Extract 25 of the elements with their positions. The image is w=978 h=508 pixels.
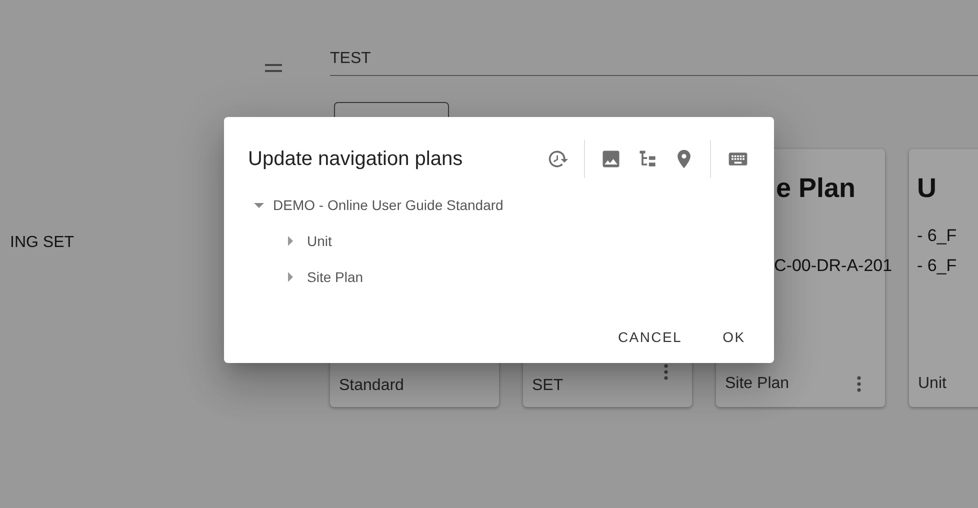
search-field[interactable]: TEST [330,50,978,76]
image-icon[interactable] [600,148,622,170]
card-heading: e Plan [776,173,856,203]
caret-right-icon[interactable] [288,272,293,282]
card-text: - 6_F [917,226,957,246]
caret-right-icon[interactable] [288,236,293,246]
card-heading: U [917,173,936,203]
tree-item[interactable]: DEMO - Online User Guide Standard [273,197,504,213]
more-options-icon[interactable] [664,364,668,380]
caret-down-icon[interactable] [254,202,264,208]
card-title: SET [532,377,564,395]
sidebar-item[interactable]: ING SET [10,234,74,251]
tree-item[interactable]: Unit [307,233,332,249]
menu-icon[interactable] [265,64,282,72]
cancel-button[interactable]: CANCEL [606,319,694,355]
history-icon[interactable] [547,148,569,170]
drawing-card[interactable]: U - 6_F - 6_F Unit [909,149,978,407]
more-options-icon[interactable] [857,376,861,392]
tree-item[interactable]: Site Plan [307,269,364,285]
card-title: Site Plan [725,375,790,393]
card-text: C-00-DR-A-201 [774,256,892,276]
card-title: Standard [339,377,404,395]
card-text: - 6_F [917,256,957,276]
card-title: Unit [918,375,946,393]
dialog-title: Update navigation plans [248,148,463,170]
